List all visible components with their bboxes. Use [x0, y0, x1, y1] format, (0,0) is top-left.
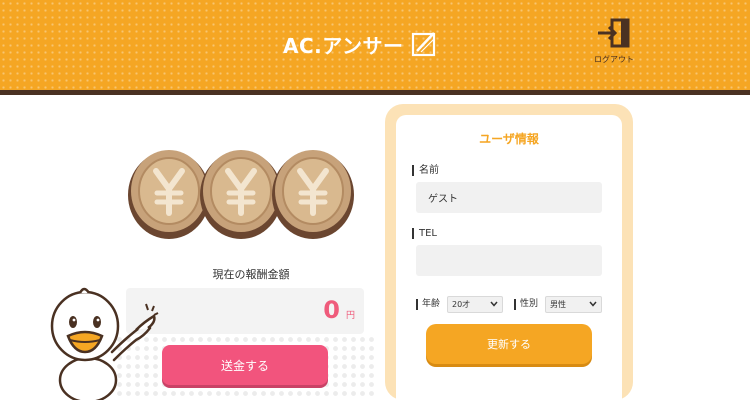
- user-info-title: ユーザ情報: [479, 132, 539, 146]
- gender-select[interactable]: 男性: [545, 296, 602, 313]
- brand[interactable]: AC.アンサー: [283, 28, 437, 60]
- user-info-card: ユーザ情報 名前 TEL 年齢 20才 性別 男性 更新する: [385, 104, 633, 400]
- reward-amount: 0: [323, 296, 340, 324]
- gender-label: 性別: [514, 299, 538, 310]
- yen-coin-icon: [270, 143, 356, 243]
- logout-door-icon: [598, 18, 630, 48]
- send-money-button[interactable]: 送金する: [162, 345, 328, 385]
- gender-select-value: 男性: [550, 300, 566, 309]
- name-label: 名前: [412, 165, 439, 176]
- reward-amount-box: 0 円: [126, 288, 364, 334]
- user-info-panel: ユーザ情報 名前 TEL 年齢 20才 性別 男性 更新する: [396, 115, 622, 400]
- age-select-value: 20才: [452, 300, 471, 309]
- logout-button[interactable]: ログアウト: [590, 18, 638, 66]
- name-input[interactable]: [416, 182, 602, 213]
- chevron-down-icon: [490, 301, 498, 307]
- pencil-square-icon: [412, 32, 436, 57]
- chevron-down-icon: [589, 301, 597, 307]
- age-select[interactable]: 20才: [447, 296, 503, 313]
- reward-label: 現在の報酬金額: [212, 268, 290, 281]
- header-divider: [0, 90, 750, 95]
- duck-mascot-icon: [40, 280, 160, 400]
- brand-title: AC.アンサー: [283, 33, 404, 58]
- update-button[interactable]: 更新する: [426, 324, 592, 364]
- reward-unit: 円: [345, 311, 355, 321]
- app-header: AC.アンサー ログアウト: [0, 0, 750, 90]
- tel-label: TEL: [412, 228, 437, 239]
- age-label: 年齢: [416, 299, 440, 310]
- coin-group: [126, 143, 356, 243]
- tel-input[interactable]: [416, 245, 602, 276]
- logout-label: ログアウト: [594, 55, 634, 64]
